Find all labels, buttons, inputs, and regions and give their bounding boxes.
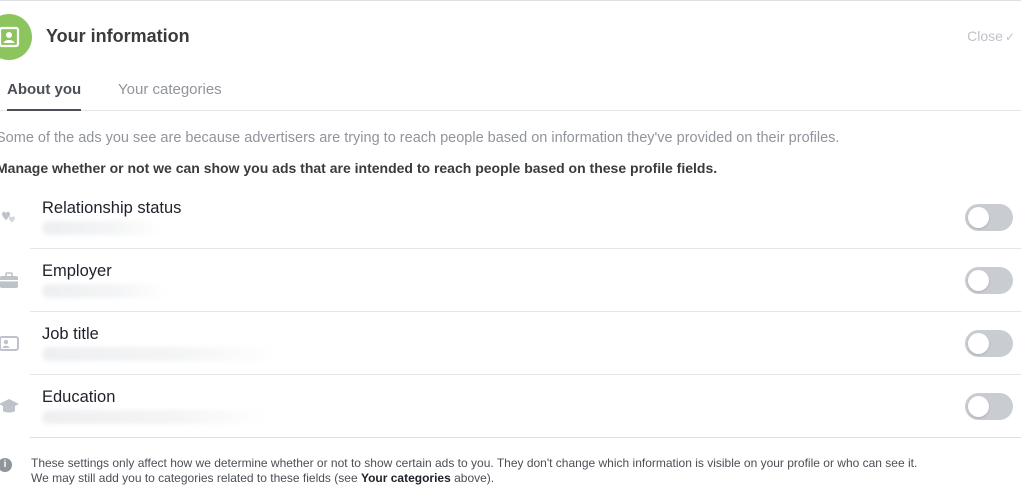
field-row-education: Education	[0, 375, 1021, 438]
tab-about-you-label: About you	[7, 81, 82, 98]
graduation-cap-icon	[0, 395, 20, 417]
toggle-knob	[968, 270, 989, 291]
field-row-job-title: Job title	[0, 312, 1021, 375]
tab-about-you[interactable]: About you	[7, 81, 82, 111]
panel-header: Your information Close ✓	[0, 1, 1021, 71]
education-toggle[interactable]	[965, 393, 1013, 420]
blurred-field-value	[42, 347, 277, 361]
intro-text: Some of the ads you see are because adve…	[0, 130, 840, 146]
field-label: Employer	[42, 262, 112, 280]
close-button[interactable]: Close ✓	[967, 28, 1015, 44]
field-label: Relationship status	[42, 199, 182, 217]
tab-bar: About you Your categories	[0, 71, 1021, 111]
id-badge-icon	[0, 332, 20, 354]
active-tab-indicator	[7, 109, 82, 111]
profile-card-icon	[0, 14, 32, 60]
field-label: Education	[42, 388, 116, 406]
footnote-line-2-suffix: above).	[450, 471, 495, 485]
footnote-text: These settings only affect how we determ…	[31, 456, 1016, 486]
info-icon: i	[0, 458, 12, 472]
briefcase-icon	[0, 269, 20, 291]
manage-text: Manage whether or not we can show you ad…	[0, 160, 718, 176]
blurred-field-value	[42, 410, 267, 424]
relationship-icon	[0, 206, 20, 228]
close-label: Close	[967, 28, 1003, 44]
employer-toggle[interactable]	[965, 267, 1013, 294]
your-categories-link[interactable]: Your categories	[361, 471, 451, 485]
blurred-field-value	[42, 221, 162, 235]
profile-field-list: Relationship status Employer Job title E…	[0, 186, 1021, 438]
tab-your-categories[interactable]: Your categories	[118, 81, 222, 98]
job-title-toggle[interactable]	[965, 330, 1013, 357]
footnote-line-2-prefix: We may still add you to categories relat…	[31, 471, 361, 485]
field-label: Job title	[42, 325, 99, 343]
footnote-line-2: We may still add you to categories relat…	[31, 471, 1016, 486]
toggle-knob	[968, 396, 989, 417]
your-information-panel: Your information Close ✓ About you Your c…	[0, 0, 1021, 487]
footnote-line-1: These settings only affect how we determ…	[31, 456, 918, 470]
close-icon: ✓	[1004, 30, 1015, 44]
panel-title: Your information	[46, 26, 190, 46]
toggle-knob	[968, 333, 989, 354]
relationship-status-toggle[interactable]	[965, 204, 1013, 231]
field-row-employer: Employer	[0, 249, 1021, 312]
toggle-knob	[968, 207, 989, 228]
blurred-field-value	[42, 284, 167, 298]
tab-your-categories-label: Your categories	[118, 81, 222, 98]
field-row-relationship-status: Relationship status	[2, 186, 1021, 249]
